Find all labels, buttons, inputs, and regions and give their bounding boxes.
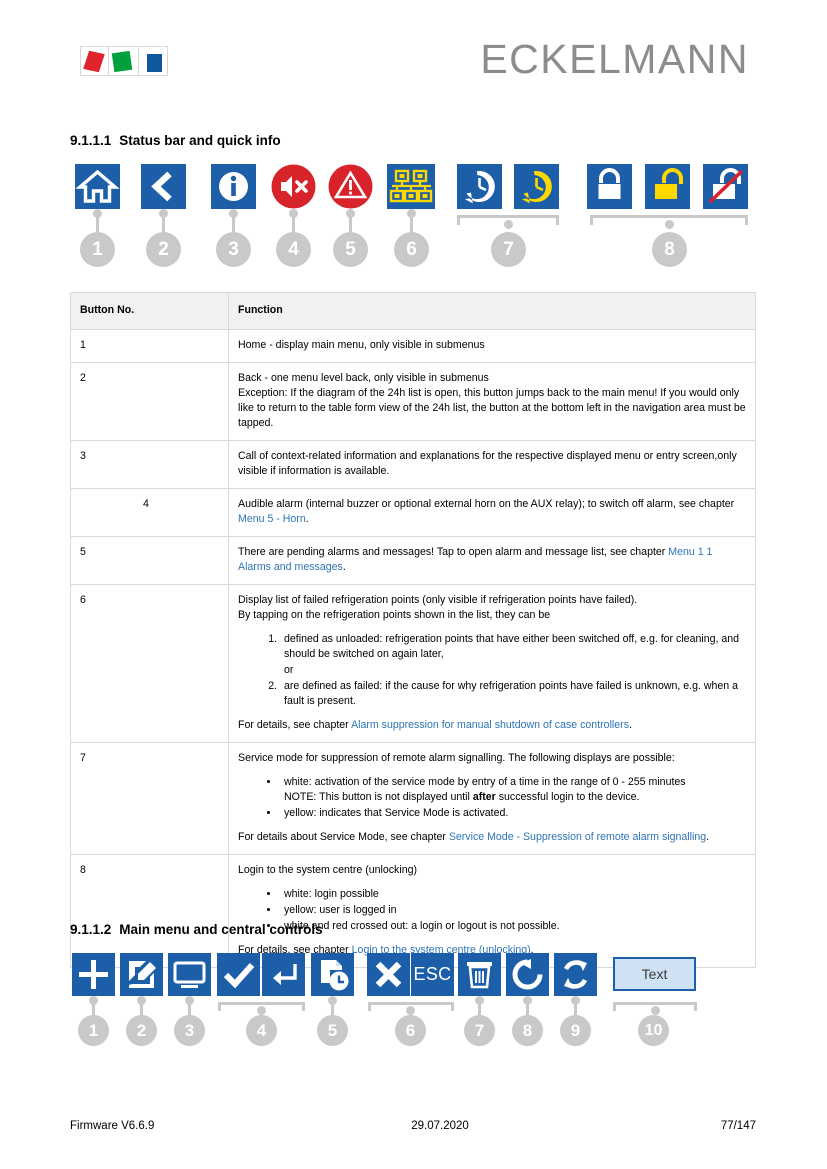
trash-icon[interactable] [458, 953, 501, 996]
callout-label: 3 [174, 1015, 205, 1046]
footer-date: 29.07.2020 [411, 1120, 469, 1132]
check-icon[interactable] [217, 953, 260, 996]
monitor-icon[interactable] [168, 953, 211, 996]
callout-label: 5 [317, 1015, 348, 1046]
refresh-icon[interactable] [506, 953, 549, 996]
document-page: ECKELMANN 9.1.1.1 Status bar and quick in… [0, 0, 827, 1169]
callout-label: 2 [126, 1015, 157, 1046]
callout-label: 10 [638, 1015, 669, 1046]
callout-label: 8 [512, 1015, 543, 1046]
sync-icon[interactable] [554, 953, 597, 996]
text-field-value: Text [641, 966, 668, 982]
callout-label: 1 [78, 1015, 109, 1046]
callout-label: 9 [560, 1015, 591, 1046]
callout-label: 4 [246, 1015, 277, 1046]
edit-pencil-icon[interactable] [120, 953, 163, 996]
plus-icon[interactable] [72, 953, 115, 996]
footer-firmware: Firmware V6.6.9 [70, 1120, 155, 1132]
callout-label: 7 [464, 1015, 495, 1046]
close-x-icon[interactable] [367, 953, 410, 996]
esc-label[interactable]: ESC [411, 953, 454, 996]
callout-label: 6 [395, 1015, 426, 1046]
page-footer: Firmware V6.6.9 29.07.2020 77/147 [70, 1120, 756, 1132]
main-menu-icon-strip: ESC Text 1 2 3 4 5 6 7 8 9 10 [0, 0, 827, 1169]
text-input-field[interactable]: Text [613, 957, 696, 991]
enter-return-icon[interactable] [262, 953, 305, 996]
save-document-icon[interactable] [311, 953, 354, 996]
footer-page-number: 77/147 [720, 1120, 756, 1132]
